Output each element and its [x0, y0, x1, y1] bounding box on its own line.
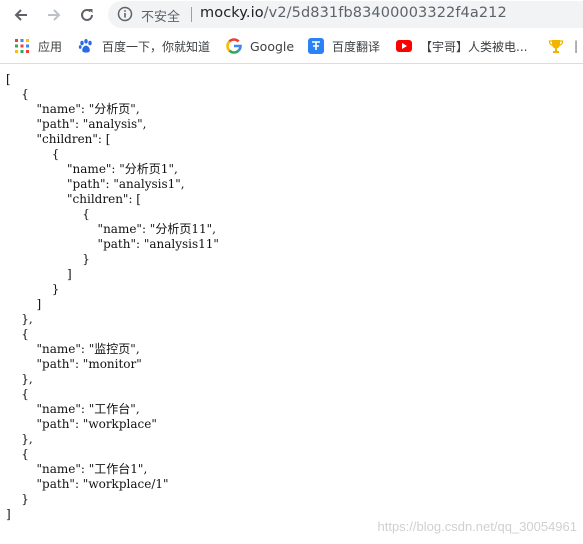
bookmarks-more[interactable]: | [574, 37, 578, 55]
translate-icon [308, 38, 324, 54]
apps-grid-icon [14, 38, 30, 54]
baidu-paw-icon [78, 38, 94, 54]
bookmark-label: 【宇哥】人类被电... [420, 39, 528, 54]
bookmark-baidu-translate[interactable]: 百度翻译 [308, 37, 380, 55]
arrow-right-icon [48, 9, 61, 21]
bookmark-label: 百度翻译 [332, 39, 381, 54]
info-icon[interactable] [117, 6, 133, 26]
more-chevron-icon: | [574, 39, 579, 53]
google-g-icon [226, 38, 242, 54]
address-separator [191, 7, 192, 22]
reload-icon [81, 8, 93, 21]
bookmarks-bar: 应用 百度一下，你就知道 Google 百度翻译 【宇哥】人类被电... | [0, 30, 583, 63]
security-status[interactable]: 不安全 [141, 6, 180, 25]
url-text[interactable]: mocky.io/v2/5d831fb83400003322f4a212 [200, 5, 507, 21]
address-bar[interactable]: 不安全 mocky.io/v2/5d831fb83400003322f4a212 [108, 1, 583, 28]
browser-toolbar: 不安全 mocky.io/v2/5d831fb83400003322f4a212 [0, 0, 583, 30]
bookmark-label: 百度一下，你就知道 [102, 39, 211, 54]
watermark-text: https://blog.csdn.net/qq_30054961 [377, 519, 578, 534]
url-host: mocky.io [200, 5, 264, 21]
trophy-icon [548, 38, 564, 54]
bookmark-label: 应用 [38, 39, 63, 54]
bookmark-label: Google [250, 38, 295, 54]
youtube-icon [396, 38, 412, 54]
bookmark-overflow[interactable] [548, 37, 572, 55]
url-path: /v2/5d831fb83400003322f4a212 [263, 5, 507, 21]
bookmark-youtube-video[interactable]: 【宇哥】人类被电... [396, 37, 527, 55]
toolbar-divider [0, 63, 583, 64]
forward-button[interactable] [43, 4, 65, 26]
arrow-left-icon [14, 9, 27, 21]
back-button[interactable] [10, 4, 32, 26]
json-response-body: [ { "name": "分析页", "path": "analysis", "… [6, 72, 219, 521]
reload-button[interactable] [76, 4, 98, 26]
bookmark-apps[interactable]: 应用 [14, 37, 62, 55]
bookmark-baidu[interactable]: 百度一下，你就知道 [78, 37, 210, 55]
bookmark-google[interactable]: Google [226, 37, 294, 55]
